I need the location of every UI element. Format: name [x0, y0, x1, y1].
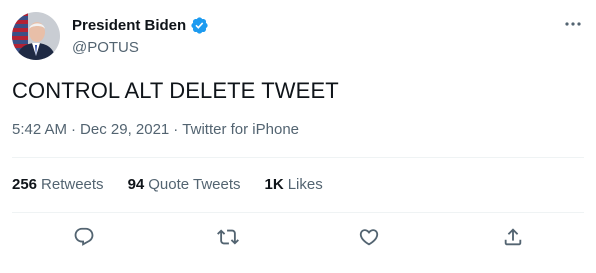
retweets-label: Retweets — [41, 176, 104, 193]
likes-count: 1K — [264, 176, 284, 193]
tweet-stats: 256 Retweets 94 Quote Tweets 1K Likes — [12, 176, 323, 193]
quote-tweets-count: 94 — [127, 176, 145, 193]
more-options-button[interactable] — [560, 11, 586, 33]
retweet-icon — [217, 226, 239, 248]
avatar[interactable] — [12, 12, 60, 60]
meta-separator: · — [173, 121, 179, 138]
retweets-stat[interactable]: 256 Retweets — [12, 176, 104, 193]
heart-icon — [358, 226, 380, 248]
retweet-button[interactable] — [215, 224, 241, 250]
action-bar — [0, 224, 596, 250]
likes-stat[interactable]: 1K Likes — [265, 176, 323, 193]
display-name[interactable]: President Biden — [72, 17, 186, 34]
retweets-count: 256 — [12, 176, 38, 193]
share-button[interactable] — [500, 224, 526, 250]
tweet-time[interactable]: 5:42 AM — [12, 121, 67, 138]
tweet-card: President Biden @POTUS CONTROL ALT DELET… — [0, 0, 596, 273]
reply-icon — [73, 226, 95, 248]
tweet-date[interactable]: Dec 29, 2021 — [80, 121, 169, 138]
meta-separator: · — [71, 121, 77, 138]
quote-tweets-label: Quote Tweets — [148, 176, 241, 193]
share-icon — [502, 226, 524, 248]
divider — [12, 157, 584, 158]
like-button[interactable] — [356, 224, 382, 250]
tweet-meta: 5:42 AM · Dec 29, 2021 · Twitter for iPhone — [12, 121, 299, 138]
tweet-source[interactable]: Twitter for iPhone — [182, 121, 299, 138]
author-name-row: President Biden — [72, 15, 209, 35]
reply-button[interactable] — [71, 224, 97, 250]
quote-tweets-stat[interactable]: 94 Quote Tweets — [128, 176, 241, 193]
more-horizontal-icon — [565, 13, 581, 31]
divider — [12, 212, 584, 213]
likes-label: Likes — [287, 176, 323, 193]
verified-badge-icon — [190, 16, 209, 35]
author-handle[interactable]: @POTUS — [72, 39, 139, 56]
tweet-text: CONTROL ALT DELETE TWEET — [12, 78, 339, 103]
